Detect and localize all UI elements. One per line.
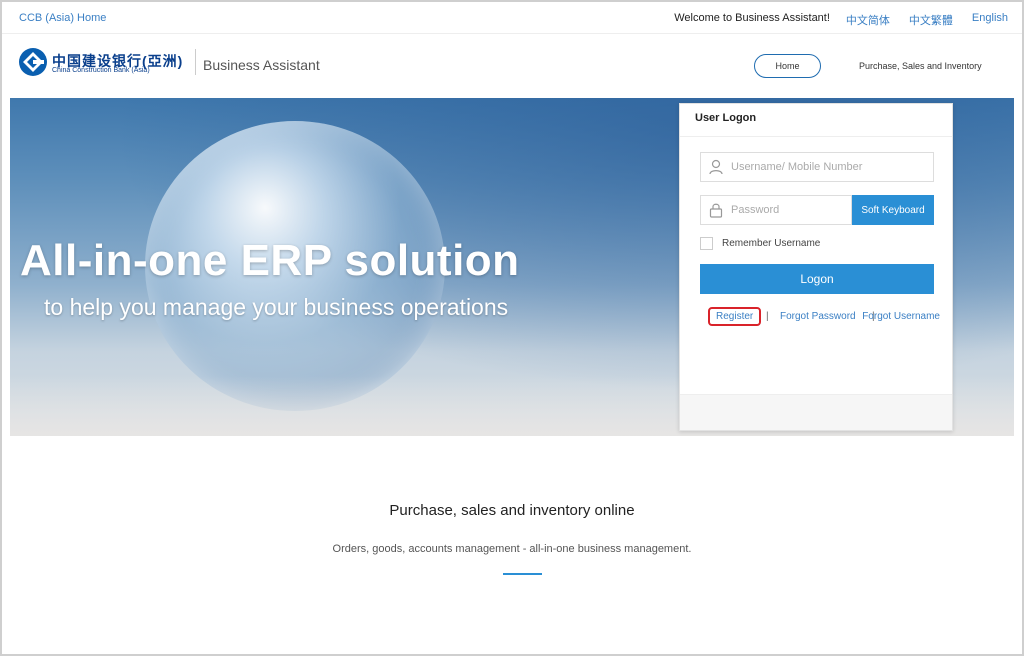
ccb-logo-icon[interactable]: [18, 47, 48, 77]
logon-button[interactable]: Logon: [700, 264, 934, 294]
header: 中国建设银行(亞洲) China Construction Bank (Asia…: [2, 35, 1022, 97]
username-field[interactable]: [700, 152, 934, 182]
section-description: Orders, goods, accounts management - all…: [332, 543, 692, 555]
lock-icon: [709, 203, 723, 218]
hero-subtitle: to help you manage your business operati…: [44, 294, 509, 320]
user-icon: [709, 159, 723, 175]
hero-title: All-in-one ERP solution: [20, 236, 520, 285]
remember-username-row[interactable]: Remember Username: [700, 237, 820, 250]
ccb-home-link[interactable]: CCB (Asia) Home: [19, 12, 106, 24]
section-divider: [503, 573, 542, 575]
welcome-text: Welcome to Business Assistant!: [674, 12, 830, 24]
nav-purchase-sales-inventory[interactable]: Purchase, Sales and Inventory: [859, 61, 982, 71]
logo-divider: [195, 49, 196, 75]
lang-simplified-chinese[interactable]: 中文简体: [846, 12, 890, 28]
remember-username-label: Remember Username: [722, 238, 821, 249]
user-logon-panel: User Logon Soft Keyboard Remember Userna…: [679, 103, 953, 431]
password-field[interactable]: [700, 195, 852, 225]
soft-keyboard-button[interactable]: Soft Keyboard: [852, 195, 934, 225]
brand-title: Business Assistant: [203, 57, 320, 73]
logon-panel-title: User Logon: [680, 104, 952, 137]
username-input[interactable]: [731, 153, 929, 181]
top-bar: CCB (Asia) Home Welcome to Business Assi…: [2, 2, 1022, 34]
logon-panel-footer: [680, 394, 952, 430]
password-input[interactable]: [731, 196, 847, 224]
nav-home-button[interactable]: Home: [754, 54, 821, 78]
logo-text-english: China Construction Bank (Asia): [52, 67, 150, 74]
forgot-username-link[interactable]: Forgot Username: [790, 311, 940, 322]
lang-english[interactable]: English: [972, 12, 1008, 28]
top-bar-right: Welcome to Business Assistant! 中文简体 中文繁體…: [674, 12, 1008, 28]
section-title: Purchase, sales and inventory online: [389, 502, 635, 519]
remember-username-checkbox[interactable]: [700, 237, 713, 250]
register-link[interactable]: Register: [708, 307, 762, 326]
link-separator: |: [766, 311, 769, 322]
lang-traditional-chinese[interactable]: 中文繁體: [909, 12, 953, 28]
